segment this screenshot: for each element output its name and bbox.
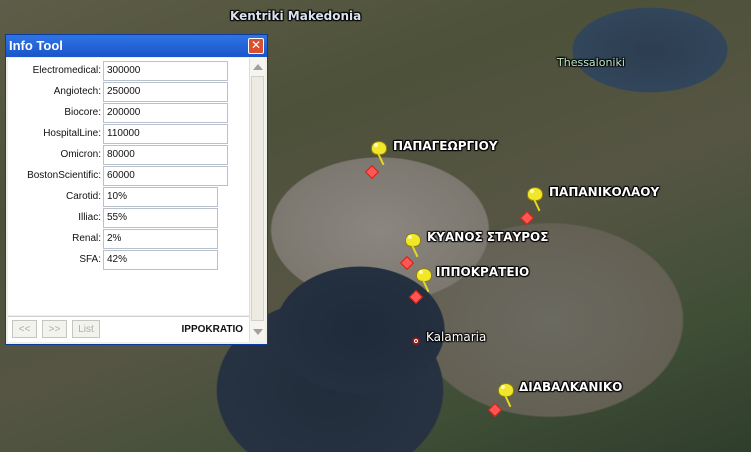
previous-button[interactable]: << xyxy=(12,320,37,338)
next-button[interactable]: >> xyxy=(42,320,67,338)
field-value[interactable]: 42% xyxy=(103,250,218,270)
field-row: Omicron: 80000 xyxy=(8,145,228,165)
city-label-thessaloniki: Thessaloniki xyxy=(557,56,625,69)
field-value[interactable]: 55% xyxy=(103,208,218,228)
info-tool-footer: << >> List IPPOKRATIO xyxy=(8,316,249,342)
window-titlebar[interactable]: Info Tool ✕ xyxy=(6,35,267,57)
close-icon[interactable]: ✕ xyxy=(248,38,264,54)
field-row: SFA: 42% xyxy=(8,250,218,270)
field-value[interactable]: 2% xyxy=(103,229,218,249)
place-label-diavalkaniko[interactable]: ΔΙΑΒΑΛΚΑΝΙΚΟ xyxy=(519,380,622,394)
field-value[interactable]: 300000 xyxy=(103,61,228,81)
field-label: Angiotech: xyxy=(53,86,101,97)
field-row: BostonScientific: 60000 xyxy=(8,166,228,186)
field-label: Electromedical: xyxy=(32,65,101,76)
field-value[interactable]: 60000 xyxy=(103,166,228,186)
vertical-scrollbar[interactable] xyxy=(249,58,265,341)
field-value[interactable]: 10% xyxy=(103,187,218,207)
window-title: Info Tool xyxy=(9,38,63,53)
field-label: Carotid: xyxy=(65,191,101,202)
place-label-ippokrateio[interactable]: ΙΠΠΟΚΡΑΤΕΙΟ xyxy=(436,265,529,279)
field-row: HospitalLine: 110000 xyxy=(8,124,228,144)
info-tool-window[interactable]: Info Tool ✕ Electromedical: 300000 Angio… xyxy=(5,34,268,345)
selected-site-name: IPPOKRATIO xyxy=(181,324,243,335)
place-label-kalamaria: Kalamaria xyxy=(426,330,487,344)
scroll-thumb[interactable] xyxy=(251,76,264,321)
field-label: Illiac: xyxy=(78,212,101,223)
scroll-down-icon[interactable] xyxy=(253,329,263,335)
field-row: Carotid: 10% xyxy=(8,187,218,207)
scroll-up-icon[interactable] xyxy=(253,64,263,70)
region-label: Kentriki Makedonia xyxy=(230,9,362,23)
field-value[interactable]: 80000 xyxy=(103,145,228,165)
info-panel: Electromedical: 300000 Angiotech: 250000… xyxy=(8,58,249,315)
place-label-papanikolaou[interactable]: ΠΑΠΑΝΙΚΟΛΑΟΥ xyxy=(549,185,659,199)
field-row: Renal: 2% xyxy=(8,229,218,249)
field-label: HospitalLine: xyxy=(43,128,101,139)
field-row: Electromedical: 300000 xyxy=(8,61,228,81)
place-label-kyanos-stavros[interactable]: ΚΥΑΝΟΣ ΣΤΑΥΡΟΣ xyxy=(427,230,548,244)
city-dot-icon xyxy=(412,337,420,345)
field-row: Biocore: 200000 xyxy=(8,103,228,123)
field-label: SFA: xyxy=(79,254,101,265)
field-row: Angiotech: 250000 xyxy=(8,82,228,102)
list-button[interactable]: List xyxy=(72,320,100,338)
field-value[interactable]: 200000 xyxy=(103,103,228,123)
field-value[interactable]: 110000 xyxy=(103,124,228,144)
field-label: Renal: xyxy=(72,233,101,244)
field-label: Biocore: xyxy=(64,107,101,118)
place-label-papageorgiou[interactable]: ΠΑΠΑΓΕΩΡΓΙΟΥ xyxy=(393,139,498,153)
field-label: BostonScientific: xyxy=(27,170,101,181)
field-value[interactable]: 250000 xyxy=(103,82,228,102)
field-row: Illiac: 55% xyxy=(8,208,218,228)
field-label: Omicron: xyxy=(60,149,101,160)
